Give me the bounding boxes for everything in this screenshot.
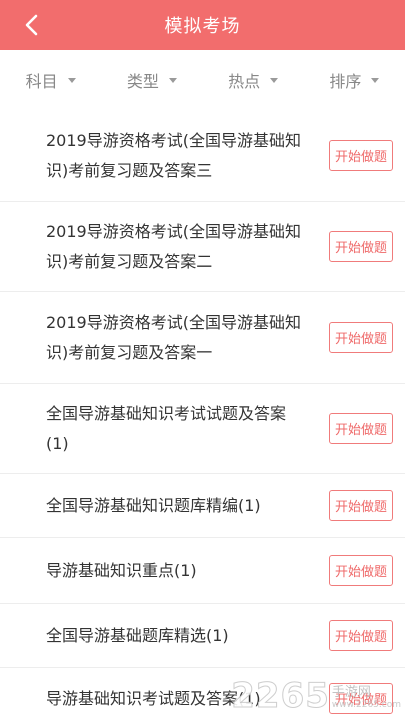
list-item[interactable]: 全国导游基础知识考试试题及答案(1) 开始做题 — [0, 384, 405, 474]
watermark-number: 2265 — [231, 676, 330, 717]
filter-subject[interactable]: 科目 — [0, 68, 101, 92]
list-item[interactable]: 全国导游基础题库精选(1) 开始做题 — [0, 604, 405, 668]
top-bar: 模拟考场 — [0, 0, 405, 50]
filter-sort[interactable]: 排序 — [304, 68, 405, 92]
caret-down-icon — [270, 77, 279, 83]
start-exam-button[interactable]: 开始做题 — [328, 231, 393, 262]
filter-label: 科目 — [25, 72, 58, 91]
exam-title: 全国导游基础题库精选(1) — [46, 625, 229, 645]
filter-hot[interactable]: 热点 — [203, 68, 304, 92]
caret-down-icon — [168, 77, 177, 83]
list-item[interactable]: 2019导游资格考试(全国导游基础知识)考前复习题及答案一 开始做题 — [0, 292, 405, 384]
list-item[interactable]: 导游基础知识重点(1) 开始做题 — [0, 538, 405, 604]
exam-title: 2019导游资格考试(全国导游基础知识)考前复习题及答案二 — [46, 221, 301, 271]
filter-label: 类型 — [126, 72, 159, 91]
watermark-url: www.2265.com — [331, 700, 401, 710]
caret-down-icon — [67, 77, 76, 83]
filter-label: 排序 — [329, 72, 362, 91]
exam-title: 全国导游基础知识考试试题及答案(1) — [46, 403, 287, 453]
exam-title: 2019导游资格考试(全国导游基础知识)考前复习题及答案三 — [46, 130, 301, 180]
caret-down-icon — [371, 77, 380, 83]
start-exam-button[interactable]: 开始做题 — [328, 413, 393, 444]
list-item[interactable]: 2019导游资格考试(全国导游基础知识)考前复习题及答案三 开始做题 — [0, 110, 405, 202]
exam-list: 2019导游资格考试(全国导游基础知识)考前复习题及答案三 开始做题 2019导… — [0, 110, 405, 720]
exam-title: 2019导游资格考试(全国导游基础知识)考前复习题及答案一 — [46, 312, 301, 362]
chevron-left-icon — [25, 14, 38, 36]
start-exam-button[interactable]: 开始做题 — [328, 140, 393, 171]
start-exam-button[interactable]: 开始做题 — [328, 620, 393, 651]
start-exam-button[interactable]: 开始做题 — [328, 490, 393, 521]
exam-title: 全国导游基础知识题库精编(1) — [46, 495, 261, 515]
exam-title: 导游基础知识重点(1) — [46, 560, 197, 580]
site-watermark: 2265 手游网 www.2265.com — [231, 676, 401, 717]
filter-label: 热点 — [228, 72, 261, 91]
list-item[interactable]: 全国导游基础知识题库精编(1) 开始做题 — [0, 474, 405, 538]
watermark-text-group: 手游网 www.2265.com — [332, 681, 401, 710]
watermark-text: 手游网 — [331, 685, 371, 700]
start-exam-button[interactable]: 开始做题 — [328, 555, 393, 586]
start-exam-button[interactable]: 开始做题 — [328, 322, 393, 353]
filter-type[interactable]: 类型 — [101, 68, 202, 92]
back-button[interactable] — [18, 12, 44, 38]
page-title: 模拟考场 — [164, 16, 241, 37]
filter-bar: 科目 类型 热点 排序 — [0, 50, 405, 110]
list-item[interactable]: 2019导游资格考试(全国导游基础知识)考前复习题及答案二 开始做题 — [0, 202, 405, 292]
